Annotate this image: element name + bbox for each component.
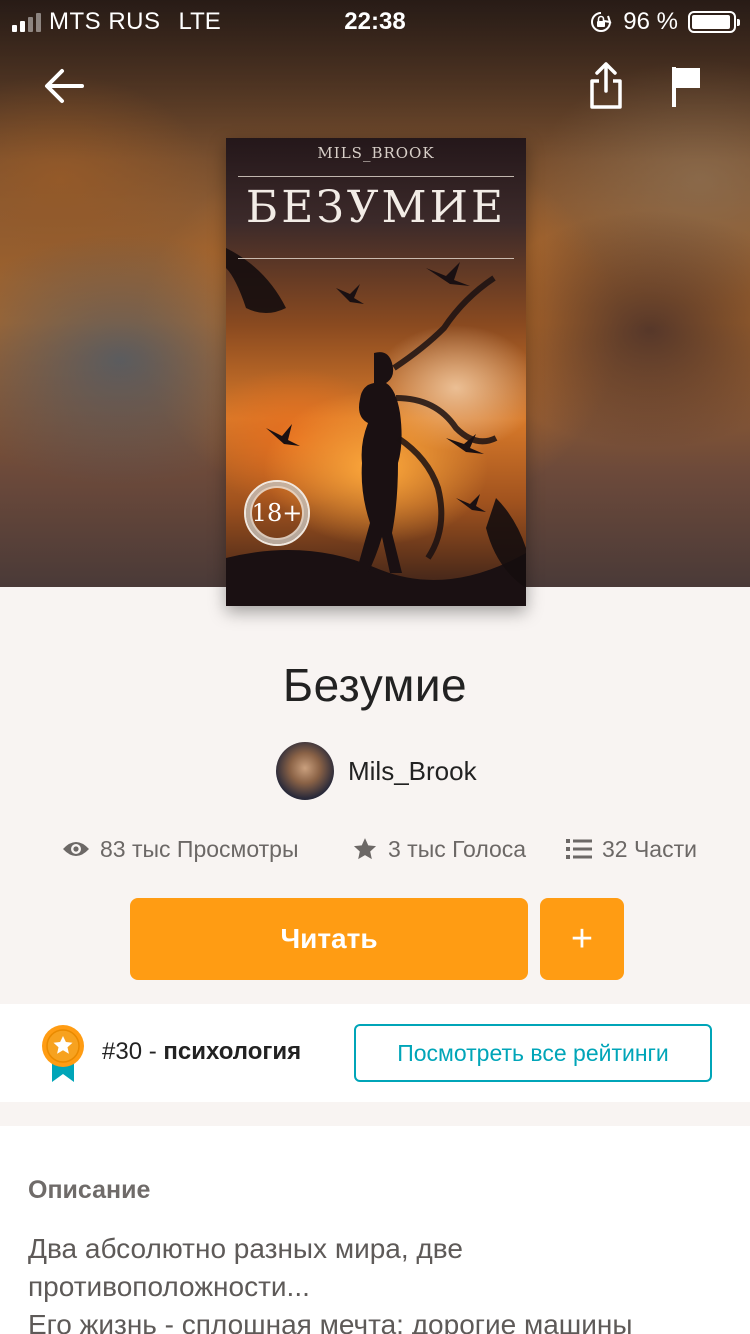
battery-fill [692, 15, 731, 29]
share-icon [590, 62, 622, 109]
star-icon [353, 838, 377, 860]
description-text: Два абсолютно разных мира, две противопо… [28, 1230, 728, 1334]
description-heading: Описание [28, 1176, 151, 1204]
parts-count: 32 Части [602, 835, 697, 862]
rank-number: #30 [102, 1038, 143, 1065]
share-button[interactable] [578, 58, 634, 114]
status-bar: MTS RUS LTE 22:38 96 % [0, 0, 750, 42]
views-count: 83 тыс Просмотры [100, 835, 299, 862]
cover-divider-bottom [238, 258, 514, 259]
author-link[interactable]: Mils_Brook [276, 742, 477, 800]
stat-parts: 32 Части [566, 830, 697, 868]
cover-divider-top [238, 176, 514, 177]
view-all-ratings-button[interactable]: Посмотреть все рейтинги [354, 1024, 712, 1082]
book-cover[interactable]: MILS_BROOK БЕЗУМИЕ 18+ [226, 138, 526, 606]
list-icon [566, 839, 592, 859]
description-card: Описание Два абсолютно разных мира, две … [0, 1126, 750, 1334]
description-line: Два абсолютно разных мира, две [28, 1233, 463, 1264]
description-line: Его жизнь - сплошная мечта: дорогие маши… [28, 1309, 633, 1334]
medal-icon [42, 1025, 84, 1082]
back-button[interactable] [36, 58, 92, 114]
flag-icon [672, 67, 700, 107]
read-button[interactable]: Читать [130, 898, 528, 980]
book-title: Безумие [282, 659, 468, 711]
author-name[interactable]: Mils_Brook [348, 756, 477, 787]
cover-title: БЕЗУМИЕ [245, 182, 507, 233]
battery-percent: 96 % [623, 8, 678, 35]
votes-count: 3 тыс Голоса [388, 835, 527, 862]
book-stats: 83 тыс Просмотры 3 тыс Голоса 32 Части [0, 830, 750, 868]
report-button[interactable] [658, 58, 714, 114]
eye-icon [63, 842, 89, 856]
status-right: 96 % [589, 8, 740, 36]
stat-votes: 3 тыс Голоса [352, 830, 526, 868]
age-rating-badge: 18+ [244, 480, 310, 546]
cover-author: MILS_BROOK [317, 144, 435, 162]
author-avatar[interactable] [276, 742, 334, 800]
ranking-card: #30 - психология Посмотреть все рейтинги [0, 1004, 750, 1102]
rank-separator: - [142, 1038, 164, 1065]
stat-views: 83 тыс Просмотры [62, 830, 299, 868]
add-to-library-button[interactable]: + [540, 898, 624, 980]
arrow-left-icon [45, 69, 84, 103]
battery-icon [688, 11, 740, 33]
rank-category: психология [163, 1038, 302, 1065]
description-line: противоположности... [28, 1271, 310, 1302]
ranking-label: #30 - психология [102, 1038, 301, 1066]
rotation-lock-icon [591, 12, 612, 32]
